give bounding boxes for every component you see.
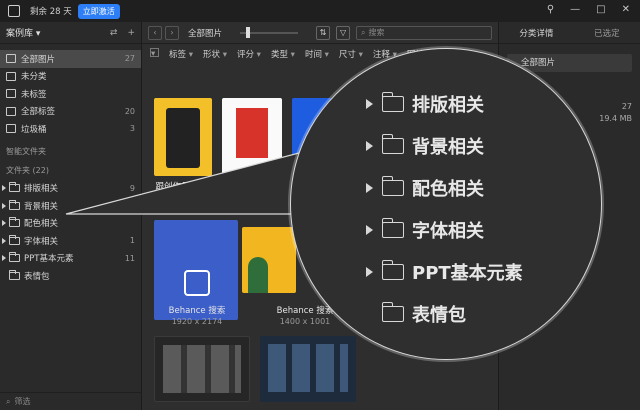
zoom-folder-font: 字体相关 bbox=[366, 218, 484, 242]
zoom-folder-label: PPT基本元素 bbox=[412, 263, 523, 284]
zoom-folder-label: 背景相关 bbox=[412, 137, 484, 158]
zoom-folder-color: 配色相关 bbox=[366, 176, 484, 200]
expand-arrow-icon bbox=[366, 99, 373, 109]
zoom-folder-emoji: 表情包 bbox=[366, 302, 466, 326]
expand-arrow-icon bbox=[366, 225, 373, 235]
folder-icon bbox=[381, 218, 404, 238]
expand-arrow-icon bbox=[366, 267, 373, 277]
expand-arrow-icon bbox=[366, 141, 373, 151]
folder-icon bbox=[381, 302, 404, 322]
folder-icon bbox=[381, 176, 404, 196]
folder-icon bbox=[381, 260, 404, 280]
zoom-folder-label: 字体相关 bbox=[412, 221, 484, 242]
zoom-folder-background: 背景相关 bbox=[366, 134, 484, 158]
zoom-folder-layout: 排版相关 bbox=[366, 92, 484, 116]
zoom-folder-label: 表情包 bbox=[412, 305, 466, 326]
zoom-folder-ppt-elements: PPT基本元素 bbox=[366, 260, 523, 284]
zoom-folder-label: 配色相关 bbox=[412, 179, 484, 200]
expand-arrow-icon bbox=[366, 183, 373, 193]
folder-icon bbox=[381, 92, 404, 112]
zoom-folder-label: 排版相关 bbox=[412, 95, 484, 116]
folder-icon bbox=[381, 134, 404, 154]
